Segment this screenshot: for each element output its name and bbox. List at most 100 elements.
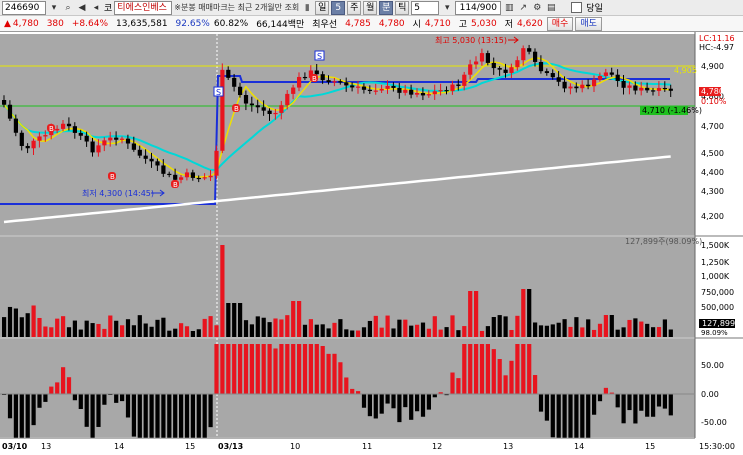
stock-name-field[interactable]: 티에스인베스 [114, 0, 173, 15]
candle-body [37, 136, 42, 141]
signal-b-text: B [49, 125, 54, 133]
oscillator-bar [350, 388, 355, 394]
volume-bar [350, 330, 355, 337]
candle-body [621, 80, 626, 88]
volume-tick-3: 1,000K [701, 272, 730, 281]
oscillator-bar [7, 394, 13, 419]
bid-price: 4,780 [378, 18, 405, 29]
speaker-icon[interactable]: ◀ [76, 2, 88, 14]
price-tick-7: 4,200 [701, 212, 724, 221]
interval-select[interactable]: 5 [411, 0, 440, 15]
volume-bar [78, 329, 83, 337]
oscillator-bar [232, 344, 237, 394]
candle-body [332, 81, 337, 83]
oscillator-bar [49, 386, 54, 394]
oscillator-bar [544, 394, 549, 421]
volume-bar [19, 317, 24, 337]
volume-bar [609, 315, 614, 337]
layout-icon[interactable]: ▤ [545, 2, 557, 14]
volume-bar [344, 329, 349, 337]
oscillator-bar [538, 394, 544, 412]
price-tick-4: 4,500 [701, 149, 724, 158]
candle-body [367, 89, 372, 92]
volume-panel[interactable] [0, 237, 695, 337]
date-label-6: 10 [290, 442, 300, 451]
oscillator-bar [273, 348, 278, 394]
period-5[interactable]: 5 [331, 0, 346, 15]
oscillator-bar [31, 394, 36, 426]
candle-body [114, 137, 119, 140]
oscillator-bar [662, 394, 667, 409]
volume-bar [538, 325, 544, 337]
left-arrow-icon[interactable]: ◂ [90, 2, 102, 14]
period-month[interactable]: 월 [363, 0, 378, 15]
volume-bar [485, 326, 490, 337]
oscillator-bar [497, 359, 502, 394]
price-tick-3: 4,700 [701, 122, 724, 131]
oscillator-bar [208, 394, 213, 428]
period-day[interactable]: 일 [315, 0, 330, 15]
oscillator-bar [580, 394, 585, 439]
volume-bar [238, 303, 243, 337]
lock-icon[interactable]: ▮ [301, 2, 313, 14]
candle-body [562, 81, 567, 89]
candle-body [137, 149, 142, 156]
signal-s-marker-2: S [314, 50, 325, 61]
oscillator-bar [297, 344, 302, 394]
stock-code-input[interactable]: 246690 [2, 0, 46, 15]
volume-bar [202, 318, 207, 337]
oscillator-bar [302, 344, 308, 394]
candle-body [190, 172, 195, 178]
dropdown-arrow-icon[interactable]: ▾ [48, 2, 60, 14]
volume-bar [96, 323, 101, 337]
hc-label: HC:-4.97 [699, 43, 734, 52]
volume-bar [450, 315, 455, 337]
volume-bar [131, 325, 136, 337]
volume-bar [509, 329, 514, 337]
gear-icon[interactable]: ⚙ [531, 2, 543, 14]
candle-body [538, 61, 544, 72]
volume-bar [662, 319, 667, 337]
period-tick[interactable]: 틱 [395, 0, 410, 15]
osc-tick-2: 0.00 [701, 390, 719, 399]
signal-s-marker: S [213, 86, 224, 97]
volume-bar [379, 327, 384, 337]
candle-body [527, 48, 532, 52]
best-label: 최우선 [312, 20, 338, 30]
buy-button[interactable]: 매수 [546, 16, 574, 31]
volume-bar [2, 317, 7, 337]
oscillator-bar [651, 394, 656, 417]
candle-body [338, 81, 343, 83]
bar-icon[interactable]: ▥ [503, 2, 515, 14]
sell-button[interactable]: 매도 [575, 16, 602, 31]
count-field[interactable]: 114/900 [455, 0, 502, 15]
volume-bar [226, 303, 231, 337]
volume-tick-2: 1,250K [701, 258, 730, 267]
same-day-checkbox[interactable] [571, 2, 583, 13]
search-icon[interactable]: ⌕ [62, 2, 74, 14]
oscillator-bar [533, 375, 538, 394]
interval-dropdown-icon[interactable]: ▾ [441, 2, 453, 14]
price-tick-1: 4,900 [701, 62, 724, 71]
oscillator-bar [668, 394, 673, 416]
oscillator-bar [125, 394, 131, 418]
candle-body [391, 85, 396, 88]
candle-body [356, 86, 361, 88]
candle-body [432, 91, 437, 95]
candle-body [261, 107, 266, 111]
candle-body [568, 86, 573, 89]
arrow-icon[interactable]: ↗ [517, 2, 529, 14]
volume-pct-tag: 98.09% [701, 329, 728, 337]
period-minute[interactable]: 분 [379, 0, 394, 15]
candle-body [291, 87, 296, 94]
oscillator-bar [96, 394, 101, 427]
stock-chart[interactable]: LC:11.16 HC:-4.97 4,900 4,905 4,800 4,78… [0, 32, 743, 455]
oscillator-bar [491, 349, 496, 394]
oscillator-bar [214, 344, 219, 394]
candle-body [108, 137, 113, 141]
candle-body [13, 118, 18, 133]
open-label: 시 [412, 20, 421, 30]
candle-body [615, 74, 620, 81]
candle-body [586, 84, 591, 87]
period-week[interactable]: 주 [347, 0, 362, 15]
